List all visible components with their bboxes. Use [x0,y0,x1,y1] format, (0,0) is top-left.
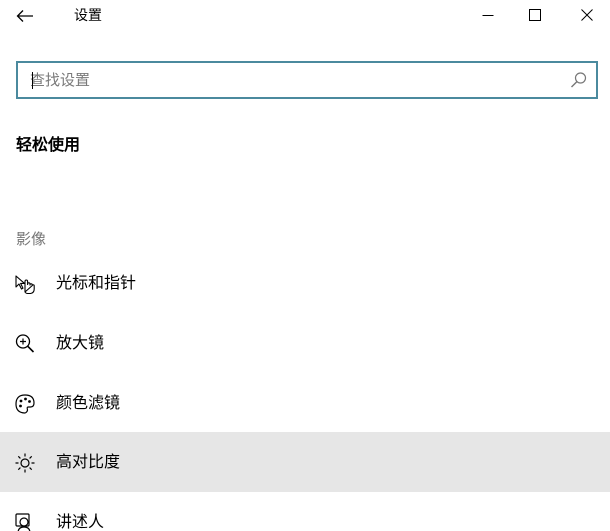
section-label-vision: 影像 [16,230,47,248]
nav-item-narrator[interactable]: 讲述人 [0,492,610,531]
nav-item-color-filters[interactable]: 颜色滤镜 [0,373,610,433]
nav-item-label: 讲述人 [56,512,105,531]
nav-item-cursor-pointer[interactable]: 光标和指针 [0,253,610,313]
nav-item-magnifier[interactable]: 放大镜 [0,313,610,373]
back-button[interactable] [8,2,42,30]
back-arrow-icon [16,10,33,22]
nav-item-label: 放大镜 [56,333,105,352]
search-box[interactable] [16,61,598,99]
nav-item-label: 颜色滤镜 [56,393,121,412]
palette-icon [15,394,35,414]
nav-item-high-contrast[interactable]: 高对比度 [0,432,610,492]
settings-window: 设置 轻松使用 影像 [0,0,610,531]
minimize-button[interactable] [465,0,511,30]
window-title: 设置 [74,8,102,24]
nav-item-label: 光标和指针 [56,273,137,292]
title-bar: 设置 [0,0,610,32]
maximize-button[interactable] [512,0,558,30]
minimize-icon [482,15,494,16]
magnifier-icon [15,334,35,353]
nav-item-label: 高对比度 [56,452,121,471]
search-input[interactable] [30,63,560,97]
close-icon [581,9,593,21]
narrator-icon [15,513,31,531]
text-caret [32,72,33,89]
close-button[interactable] [564,0,610,30]
search-icon[interactable] [570,71,588,89]
brightness-icon [15,453,35,473]
page-title: 轻松使用 [16,135,81,154]
maximize-icon [529,9,541,21]
cursor-pointer-icon [15,275,35,295]
